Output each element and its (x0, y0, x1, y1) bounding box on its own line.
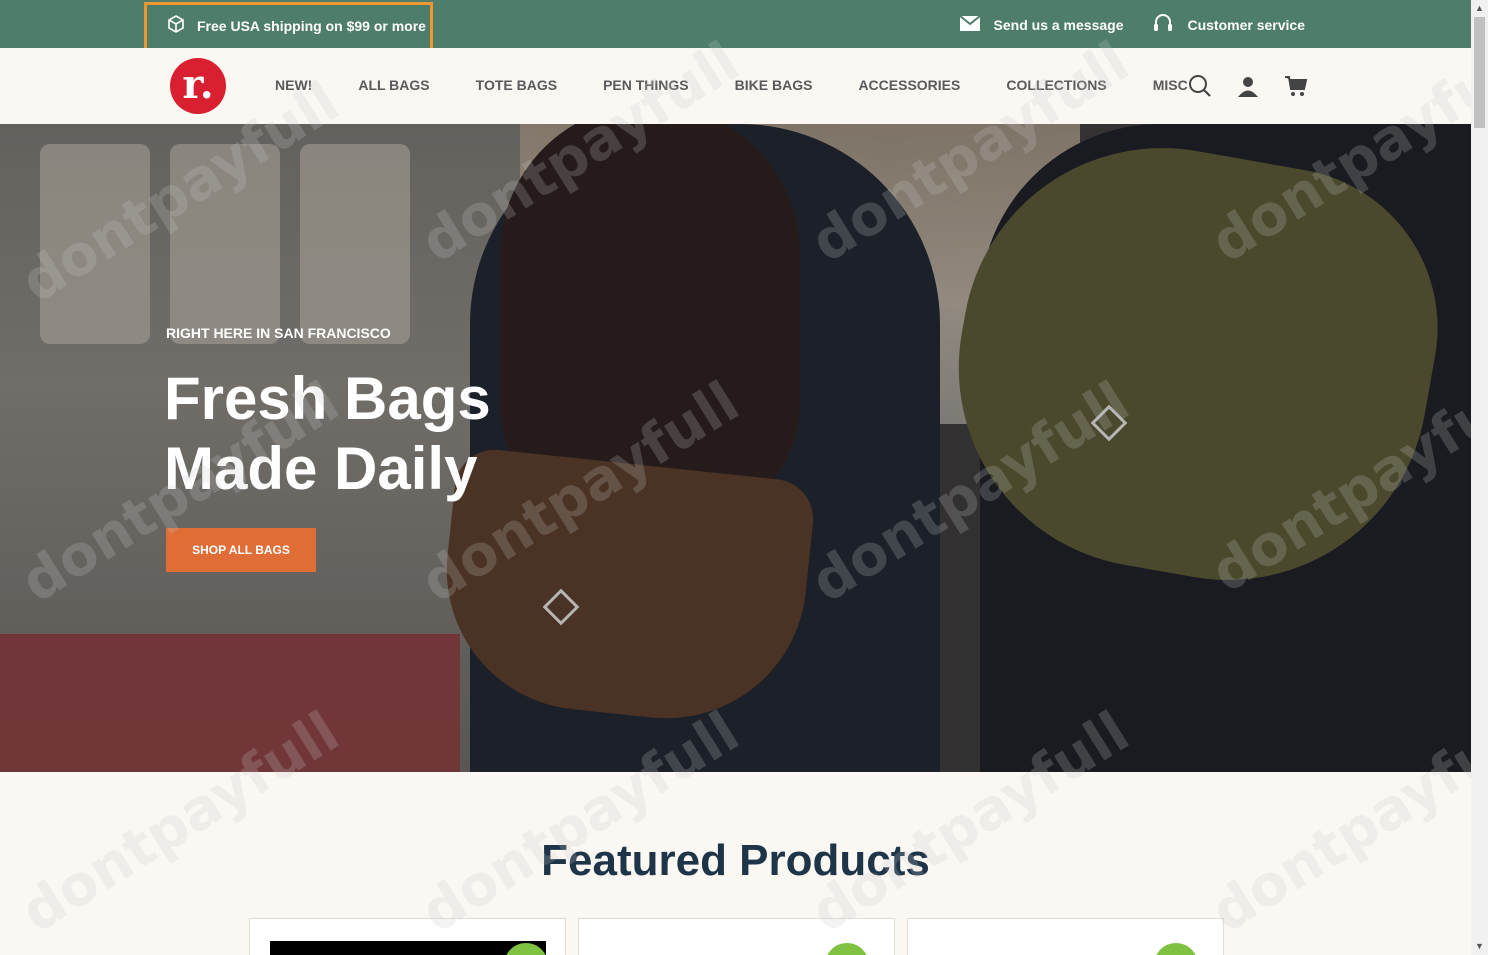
account-icon[interactable] (1236, 74, 1260, 98)
box-icon (167, 15, 185, 36)
hero-headline-line2: Made Daily (164, 435, 478, 502)
hero-headline: Fresh Bags Made Daily (164, 364, 584, 504)
hero-eyebrow: RIGHT HERE IN SAN FRANCISCO (166, 325, 391, 341)
brand-logo[interactable]: r. (170, 58, 226, 114)
send-message-link[interactable]: Send us a message (958, 14, 1124, 34)
nav-menu: NEW! ALL BAGS TOTE BAGS PEN THINGS BIKE … (252, 77, 1211, 93)
shop-all-bags-button[interactable]: SHOP ALL BAGS (166, 528, 316, 572)
nav-item-collections[interactable]: COLLECTIONS (1006, 77, 1106, 93)
scroll-down-icon[interactable]: ▼ (1471, 938, 1488, 955)
main-navbar: r. NEW! ALL BAGS TOTE BAGS PEN THINGS BI… (0, 48, 1471, 124)
headset-icon (1153, 14, 1173, 35)
top-links: Send us a message Customer service (958, 14, 1305, 35)
nav-icons (1188, 74, 1308, 98)
scroll-up-icon[interactable]: ▲ (1471, 0, 1488, 17)
send-message-label: Send us a message (993, 16, 1124, 33)
product-card[interactable] (907, 918, 1224, 955)
scrollbar-thumb[interactable] (1474, 17, 1485, 128)
nav-item-pen-things[interactable]: PEN THINGS (603, 77, 689, 93)
page-scrollbar[interactable]: ▲ ▼ (1471, 0, 1488, 955)
nav-item-misc[interactable]: MISC (1153, 77, 1188, 93)
product-card[interactable] (249, 918, 566, 955)
customer-service-label: Customer service (1187, 16, 1305, 33)
nav-item-new[interactable]: NEW! (275, 77, 312, 93)
promo-content: Free USA shipping on $99 or more (167, 15, 426, 36)
customer-service-link[interactable]: Customer service (1153, 14, 1305, 35)
product-card[interactable] (578, 918, 895, 955)
nav-item-tote-bags[interactable]: TOTE BAGS (476, 77, 557, 93)
badge-icon (825, 943, 869, 955)
featured-products-title: Featured Products (541, 836, 930, 885)
envelope-icon (958, 14, 981, 34)
product-image (270, 941, 546, 955)
nav-item-bike-bags[interactable]: BIKE BAGS (735, 77, 813, 93)
search-icon[interactable] (1188, 74, 1212, 98)
nav-item-accessories[interactable]: ACCESSORIES (858, 77, 960, 93)
cart-icon[interactable] (1284, 74, 1308, 98)
badge-icon (1154, 943, 1198, 955)
featured-product-cards (249, 918, 1224, 955)
promo-text: Free USA shipping on $99 or more (197, 17, 426, 34)
nav-item-all-bags[interactable]: ALL BAGS (358, 77, 429, 93)
hero-headline-line1: Fresh Bags (164, 365, 491, 432)
hero-banner: RIGHT HERE IN SAN FRANCISCO Fresh Bags M… (0, 124, 1471, 772)
